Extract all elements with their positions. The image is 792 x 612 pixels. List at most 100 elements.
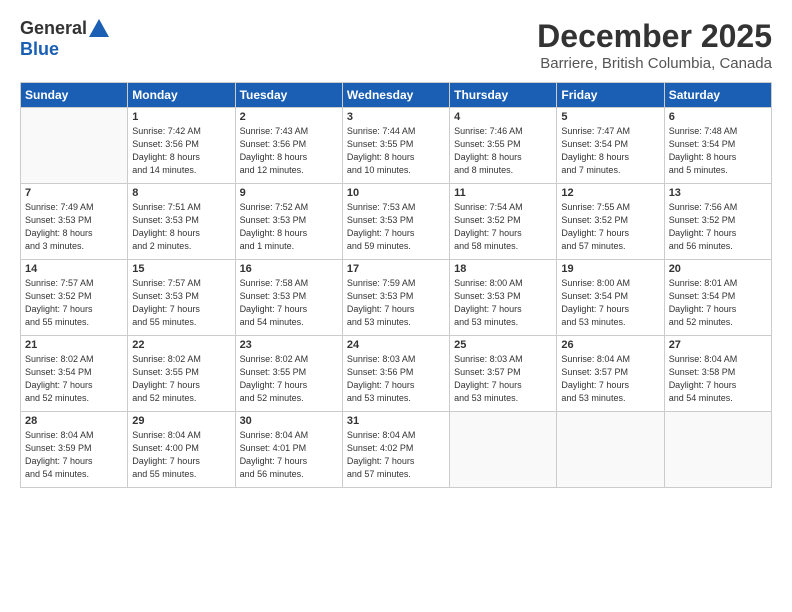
day-cell: 11 Sunrise: 7:54 AMSunset: 3:52 PMDayligh…: [450, 184, 557, 260]
day-number: 1: [132, 111, 230, 123]
day-cell: 17 Sunrise: 7:59 AMSunset: 3:53 PMDayligh…: [342, 260, 449, 336]
day-number: 8: [132, 187, 230, 199]
day-number: 13: [669, 187, 767, 199]
day-cell: 21 Sunrise: 8:02 AMSunset: 3:54 PMDayligh…: [21, 336, 128, 412]
day-number: 22: [132, 339, 230, 351]
day-cell: 15 Sunrise: 7:57 AMSunset: 3:53 PMDayligh…: [128, 260, 235, 336]
day-number: 25: [454, 339, 552, 351]
day-cell: 23Sunrise: 8:02 AMSunset: 3:55 PMDayligh…: [235, 336, 342, 412]
day-cell: 6Sunrise: 7:48 AMSunset: 3:54 PMDaylight…: [664, 108, 771, 184]
day-cell: 1 Sunrise: 7:42 AMSunset: 3:56 PMDaylight…: [128, 108, 235, 184]
day-cell: 18 Sunrise: 8:00 AMSunset: 3:53 PMDayligh…: [450, 260, 557, 336]
day-number: 7: [25, 187, 123, 199]
day-info: Sunrise: 7:54 AMSunset: 3:52 PMDaylight:…: [454, 201, 552, 253]
day-info: Sunrise: 8:03 AMSunset: 3:56 PMDaylight:…: [347, 353, 445, 405]
week-row-3: 21 Sunrise: 8:02 AMSunset: 3:54 PMDayligh…: [21, 336, 772, 412]
day-info: Sunrise: 8:04 AMSunset: 4:02 PMDaylight:…: [347, 429, 445, 481]
day-number: 11: [454, 187, 552, 199]
day-number: 17: [347, 263, 445, 275]
col-header-saturday: Saturday: [664, 83, 771, 108]
header: General Blue December 2025 Barriere, Bri…: [20, 18, 772, 72]
day-cell: 5 Sunrise: 7:47 AMSunset: 3:54 PMDaylight…: [557, 108, 664, 184]
day-cell: 20Sunrise: 8:01 AMSunset: 3:54 PMDayligh…: [664, 260, 771, 336]
day-info: Sunrise: 8:01 AMSunset: 3:54 PMDaylight:…: [669, 277, 767, 329]
col-header-thursday: Thursday: [450, 83, 557, 108]
day-info: Sunrise: 7:49 AMSunset: 3:53 PMDaylight:…: [25, 201, 123, 253]
day-cell: 29 Sunrise: 8:04 AMSunset: 4:00 PMDayligh…: [128, 412, 235, 488]
day-info: Sunrise: 8:02 AMSunset: 3:55 PMDaylight:…: [132, 353, 230, 405]
day-cell: [450, 412, 557, 488]
day-info: Sunrise: 7:55 AMSunset: 3:52 PMDaylight:…: [561, 201, 659, 253]
day-info: Sunrise: 7:56 AMSunset: 3:52 PMDaylight:…: [669, 201, 767, 253]
day-number: 24: [347, 339, 445, 351]
day-info: Sunrise: 7:53 AMSunset: 3:53 PMDaylight:…: [347, 201, 445, 253]
day-cell: 27Sunrise: 8:04 AMSunset: 3:58 PMDayligh…: [664, 336, 771, 412]
day-cell: 10 Sunrise: 7:53 AMSunset: 3:53 PMDayligh…: [342, 184, 449, 260]
page: General Blue December 2025 Barriere, Bri…: [0, 0, 792, 612]
day-info: Sunrise: 7:59 AMSunset: 3:53 PMDaylight:…: [347, 277, 445, 329]
day-number: 4: [454, 111, 552, 123]
header-row: SundayMondayTuesdayWednesdayThursdayFrid…: [21, 83, 772, 108]
day-cell: 30Sunrise: 8:04 AMSunset: 4:01 PMDayligh…: [235, 412, 342, 488]
day-cell: [21, 108, 128, 184]
day-cell: 2 Sunrise: 7:43 AMSunset: 3:56 PMDaylight…: [235, 108, 342, 184]
week-row-0: 1 Sunrise: 7:42 AMSunset: 3:56 PMDaylight…: [21, 108, 772, 184]
day-info: Sunrise: 7:58 AMSunset: 3:53 PMDaylight:…: [240, 277, 338, 329]
day-info: Sunrise: 8:04 AMSunset: 3:58 PMDaylight:…: [669, 353, 767, 405]
day-info: Sunrise: 7:57 AMSunset: 3:52 PMDaylight:…: [25, 277, 123, 329]
col-header-sunday: Sunday: [21, 83, 128, 108]
day-info: Sunrise: 8:02 AMSunset: 3:54 PMDaylight:…: [25, 353, 123, 405]
col-header-monday: Monday: [128, 83, 235, 108]
day-cell: 16Sunrise: 7:58 AMSunset: 3:53 PMDayligh…: [235, 260, 342, 336]
day-info: Sunrise: 8:00 AMSunset: 3:53 PMDaylight:…: [454, 277, 552, 329]
day-cell: 3Sunrise: 7:44 AMSunset: 3:55 PMDaylight…: [342, 108, 449, 184]
subtitle: Barriere, British Columbia, Canada: [537, 55, 772, 72]
day-info: Sunrise: 8:00 AMSunset: 3:54 PMDaylight:…: [561, 277, 659, 329]
week-row-2: 14Sunrise: 7:57 AMSunset: 3:52 PMDayligh…: [21, 260, 772, 336]
day-number: 21: [25, 339, 123, 351]
week-row-4: 28Sunrise: 8:04 AMSunset: 3:59 PMDayligh…: [21, 412, 772, 488]
calendar-table: SundayMondayTuesdayWednesdayThursdayFrid…: [20, 82, 772, 488]
title-block: December 2025 Barriere, British Columbia…: [537, 18, 772, 72]
logo: General Blue: [20, 18, 109, 60]
main-title: December 2025: [537, 18, 772, 55]
day-info: Sunrise: 7:47 AMSunset: 3:54 PMDaylight:…: [561, 125, 659, 177]
day-number: 15: [132, 263, 230, 275]
day-cell: [557, 412, 664, 488]
day-cell: 12 Sunrise: 7:55 AMSunset: 3:52 PMDayligh…: [557, 184, 664, 260]
day-cell: 14Sunrise: 7:57 AMSunset: 3:52 PMDayligh…: [21, 260, 128, 336]
day-info: Sunrise: 7:46 AMSunset: 3:55 PMDaylight:…: [454, 125, 552, 177]
day-info: Sunrise: 8:03 AMSunset: 3:57 PMDaylight:…: [454, 353, 552, 405]
day-cell: 8Sunrise: 7:51 AMSunset: 3:53 PMDaylight…: [128, 184, 235, 260]
col-header-friday: Friday: [557, 83, 664, 108]
day-cell: 13 Sunrise: 7:56 AMSunset: 3:52 PMDayligh…: [664, 184, 771, 260]
day-number: 28: [25, 415, 123, 427]
day-cell: 28Sunrise: 8:04 AMSunset: 3:59 PMDayligh…: [21, 412, 128, 488]
day-info: Sunrise: 7:42 AMSunset: 3:56 PMDaylight:…: [132, 125, 230, 177]
day-number: 12: [561, 187, 659, 199]
day-number: 30: [240, 415, 338, 427]
day-cell: 25 Sunrise: 8:03 AMSunset: 3:57 PMDayligh…: [450, 336, 557, 412]
day-number: 29: [132, 415, 230, 427]
day-cell: 26Sunrise: 8:04 AMSunset: 3:57 PMDayligh…: [557, 336, 664, 412]
day-cell: 24 Sunrise: 8:03 AMSunset: 3:56 PMDayligh…: [342, 336, 449, 412]
logo-triangle-icon: [89, 19, 109, 37]
col-header-tuesday: Tuesday: [235, 83, 342, 108]
day-number: 10: [347, 187, 445, 199]
day-info: Sunrise: 8:04 AMSunset: 3:57 PMDaylight:…: [561, 353, 659, 405]
day-info: Sunrise: 7:57 AMSunset: 3:53 PMDaylight:…: [132, 277, 230, 329]
day-number: 5: [561, 111, 659, 123]
day-number: 19: [561, 263, 659, 275]
day-cell: 7 Sunrise: 7:49 AMSunset: 3:53 PMDaylight…: [21, 184, 128, 260]
day-cell: 9Sunrise: 7:52 AMSunset: 3:53 PMDaylight…: [235, 184, 342, 260]
day-cell: 31Sunrise: 8:04 AMSunset: 4:02 PMDayligh…: [342, 412, 449, 488]
day-info: Sunrise: 7:43 AMSunset: 3:56 PMDaylight:…: [240, 125, 338, 177]
day-number: 2: [240, 111, 338, 123]
day-cell: [664, 412, 771, 488]
day-number: 18: [454, 263, 552, 275]
day-cell: 19 Sunrise: 8:00 AMSunset: 3:54 PMDayligh…: [557, 260, 664, 336]
week-row-1: 7 Sunrise: 7:49 AMSunset: 3:53 PMDaylight…: [21, 184, 772, 260]
day-info: Sunrise: 8:04 AMSunset: 4:00 PMDaylight:…: [132, 429, 230, 481]
logo-general: General: [20, 18, 87, 39]
day-info: Sunrise: 7:52 AMSunset: 3:53 PMDaylight:…: [240, 201, 338, 253]
